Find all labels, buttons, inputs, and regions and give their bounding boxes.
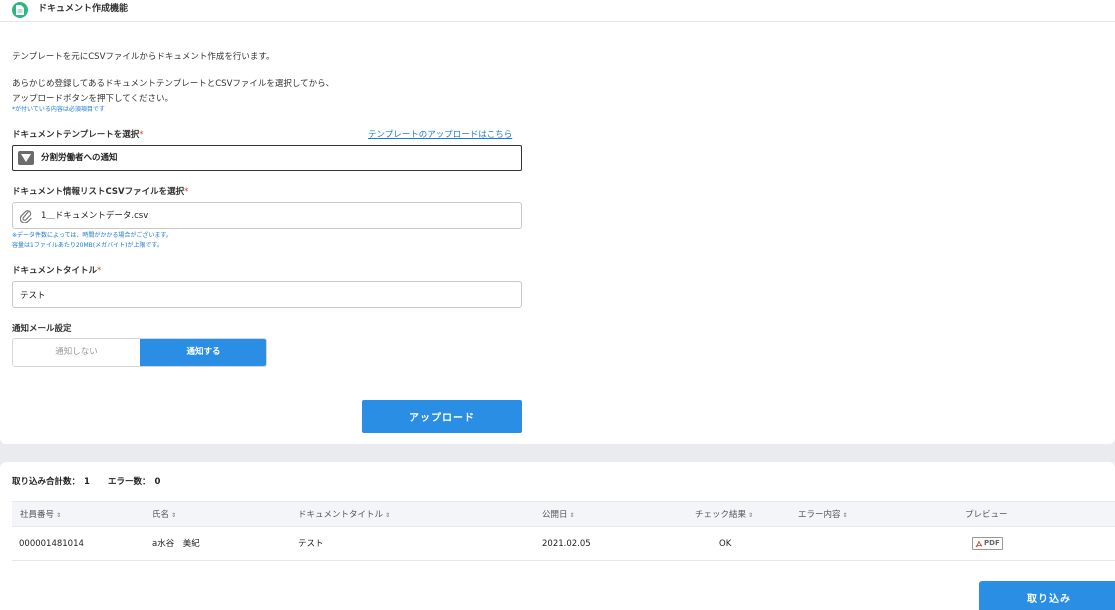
error-label: エラー数：	[107, 477, 151, 487]
column-label: 社員番号	[20, 510, 55, 520]
csv-label: ドキュメント情報リストCSVファイルを選択*	[12, 186, 188, 198]
cell-name: a水谷 美紀	[152, 539, 200, 549]
column-header-error[interactable]: エラー内容 ⇕	[798, 509, 848, 522]
sort-icon: ⇕	[56, 512, 62, 519]
sort-icon: ⇕	[385, 512, 391, 519]
cell-check-result: OK	[719, 539, 732, 549]
sort-icon: ⇕	[569, 512, 575, 519]
title-label: ドキュメントタイトル*	[12, 265, 101, 277]
csv-label-text: ドキュメント情報リストCSVファイルを選択	[12, 187, 185, 197]
error-count: 0	[154, 477, 161, 487]
template-label-text: ドキュメントテンプレートを選択	[12, 130, 140, 140]
title-label-text: ドキュメントタイトル	[12, 266, 98, 276]
intro-text-1: テンプレートを元にCSVファイルからドキュメント作成を行います。	[12, 52, 275, 62]
cell-employee-no: 000001481014	[19, 539, 84, 549]
required-note: *が付いている内容は必須項目です	[12, 106, 105, 113]
pdf-label: PDF	[984, 539, 1000, 547]
column-label: ドキュメントタイトル	[298, 510, 384, 520]
column-header-name[interactable]: 氏名 ⇕	[152, 509, 176, 522]
document-title-input[interactable]	[12, 281, 522, 308]
required-mark: *	[184, 187, 189, 197]
csv-file-input[interactable]: 1＿ドキュメントデータ.csv	[12, 202, 522, 229]
template-upload-link[interactable]: テンプレートのアップロードはこちら	[368, 129, 512, 141]
csv-note-2: 容量は1ファイルあたり20MB(メガバイト)が上限です。	[12, 242, 163, 249]
table-row: 000001481014 a水谷 美紀 テスト 2021.02.05 OK PD…	[12, 527, 1115, 561]
column-label: 氏名	[152, 510, 170, 520]
column-label: チェック結果	[695, 510, 747, 520]
sort-icon: ⇕	[748, 512, 754, 519]
mail-setting-label: 通知メール設定	[12, 324, 72, 334]
total-count: 1	[84, 477, 90, 487]
csv-file-name: 1＿ドキュメントデータ.csv	[41, 211, 149, 221]
paperclip-icon	[19, 209, 32, 226]
column-header-employee-no[interactable]: 社員番号 ⇕	[20, 509, 61, 522]
required-mark: *	[97, 266, 102, 276]
column-label: エラー内容	[798, 510, 841, 520]
column-label: 公開日	[542, 510, 568, 520]
dropdown-arrow-icon	[18, 151, 34, 165]
column-header-check-result[interactable]: チェック結果 ⇕	[695, 509, 753, 522]
required-mark: *	[139, 130, 144, 140]
panel-header: ドキュメント作成機能	[0, 0, 1115, 22]
notify-on-option[interactable]: 通知する	[140, 339, 266, 366]
import-summary: 取り込み合計数： 1 エラー数： 0	[12, 476, 164, 488]
import-result-panel: 取り込み合計数： 1 エラー数： 0 社員番号 ⇕ 氏名 ⇕ ドキュメントタイトル ⇕ 公開…	[0, 462, 1115, 610]
cell-publish-date: 2021.02.05	[542, 539, 591, 549]
page-title: ドキュメント作成機能	[38, 4, 129, 14]
document-icon	[12, 2, 28, 18]
template-select[interactable]: 分割労働者への通知	[12, 145, 522, 171]
column-header-preview: プレビュー	[965, 510, 1008, 520]
cell-doc-title: テスト	[298, 539, 324, 549]
table-header: 社員番号 ⇕ 氏名 ⇕ ドキュメントタイトル ⇕ 公開日 ⇕ チェック結果 ⇕ エラー内容…	[12, 501, 1115, 527]
sort-icon: ⇕	[171, 512, 177, 519]
pdf-preview-button[interactable]: PDF	[972, 537, 1003, 550]
import-button[interactable]: 取り込み	[979, 581, 1115, 610]
total-label: 取り込み合計数：	[12, 477, 81, 487]
mail-setting-toggle: 通知しない 通知する	[12, 338, 267, 367]
pdf-icon	[975, 540, 983, 548]
template-label: ドキュメントテンプレートを選択*	[12, 129, 144, 141]
upload-button[interactable]: アップロード	[362, 400, 522, 433]
column-header-publish-date[interactable]: 公開日 ⇕	[542, 509, 575, 522]
column-header-doc-title[interactable]: ドキュメントタイトル ⇕	[298, 509, 390, 522]
sort-icon: ⇕	[842, 512, 848, 519]
document-creation-panel: ドキュメント作成機能 テンプレートを元にCSVファイルからドキュメント作成を行い…	[0, 0, 1115, 444]
notify-off-option[interactable]: 通知しない	[13, 339, 140, 366]
template-select-value: 分割労働者への通知	[41, 153, 118, 163]
intro-text-2: あらかじめ登録してあるドキュメントテンプレートとCSVファイルを選択してから、	[12, 79, 335, 89]
